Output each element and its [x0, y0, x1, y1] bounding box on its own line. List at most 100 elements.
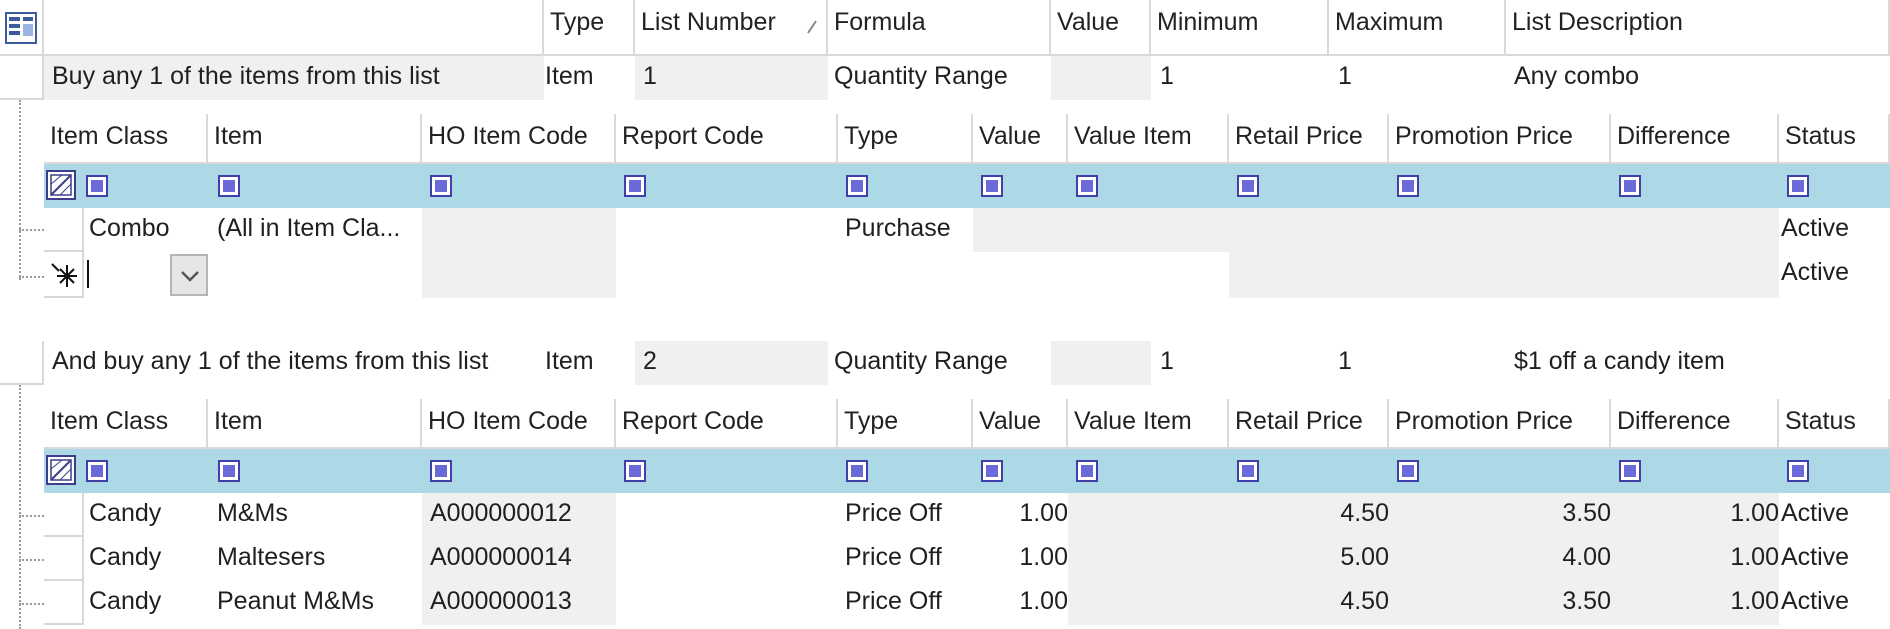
- master-row[interactable]: And buy any 1 of the items from this lis…: [0, 341, 1890, 385]
- filter-checkbox[interactable]: [981, 175, 1003, 197]
- filter-checkbox[interactable]: [1619, 460, 1641, 482]
- header-list-number[interactable]: List Number: [635, 0, 828, 56]
- type-cell[interactable]: Price Off: [838, 537, 973, 581]
- item-cell[interactable]: (All in Item Cla...: [208, 208, 422, 252]
- header-value-item[interactable]: Value Item: [1068, 399, 1229, 449]
- value-cell[interactable]: [1051, 341, 1151, 385]
- header-type[interactable]: Type: [544, 0, 635, 56]
- item-class-cell[interactable]: Candy: [84, 581, 208, 625]
- filter-checkbox[interactable]: [1076, 460, 1098, 482]
- filter-checkbox[interactable]: [86, 175, 108, 197]
- item-class-editor[interactable]: [84, 252, 208, 298]
- row-selector[interactable]: [44, 581, 84, 625]
- minimum-cell[interactable]: 1: [1151, 56, 1329, 100]
- header-ho-item-code[interactable]: HO Item Code: [422, 399, 616, 449]
- header-status[interactable]: Status: [1779, 399, 1890, 449]
- filter-checkbox[interactable]: [218, 460, 240, 482]
- header-value[interactable]: Value: [973, 114, 1068, 164]
- master-row[interactable]: Buy any 1 of the items from this list It…: [0, 56, 1890, 100]
- ho-item-code-cell[interactable]: A000000014: [422, 537, 616, 581]
- new-row[interactable]: Active: [44, 252, 1890, 298]
- filter-checkbox[interactable]: [430, 460, 452, 482]
- header-list-description[interactable]: List Description: [1506, 0, 1890, 56]
- type-cell[interactable]: Price Off: [838, 493, 973, 537]
- ho-item-code-cell[interactable]: A000000012: [422, 493, 616, 537]
- header-minimum[interactable]: Minimum: [1151, 0, 1329, 56]
- report-code-cell[interactable]: [616, 537, 838, 581]
- filter-checkbox[interactable]: [1237, 175, 1259, 197]
- header-retail-price[interactable]: Retail Price: [1229, 399, 1389, 449]
- row-selector[interactable]: [44, 493, 84, 537]
- header-item[interactable]: Item: [208, 114, 422, 164]
- header-retail-price[interactable]: Retail Price: [1229, 114, 1389, 164]
- row-selector[interactable]: [0, 56, 44, 100]
- header-promotion-price[interactable]: Promotion Price: [1389, 399, 1611, 449]
- minimum-cell[interactable]: 1: [1151, 341, 1329, 385]
- filter-checkbox[interactable]: [846, 460, 868, 482]
- item-class-cell[interactable]: Candy: [84, 537, 208, 581]
- header-value[interactable]: Value: [973, 399, 1068, 449]
- type-cell[interactable]: Purchase: [838, 208, 973, 252]
- header-type[interactable]: Type: [838, 114, 973, 164]
- header-ho-item-code[interactable]: HO Item Code: [422, 114, 616, 164]
- filter-checkbox[interactable]: [1397, 460, 1419, 482]
- header-value[interactable]: Value: [1051, 0, 1151, 56]
- filter-checkbox[interactable]: [1619, 175, 1641, 197]
- maximum-cell[interactable]: 1: [1329, 341, 1506, 385]
- header-status[interactable]: Status: [1779, 114, 1890, 164]
- status-cell[interactable]: Active: [1779, 252, 1890, 298]
- item-cell[interactable]: M&Ms: [208, 493, 422, 537]
- ho-item-code-cell[interactable]: [422, 208, 616, 252]
- filter-checkbox[interactable]: [1076, 175, 1098, 197]
- header-promotion-price[interactable]: Promotion Price: [1389, 114, 1611, 164]
- filter-checkbox[interactable]: [846, 175, 868, 197]
- table-row[interactable]: Candy Peanut M&Ms A000000013 Price Off 1…: [44, 581, 1890, 625]
- header-difference[interactable]: Difference: [1611, 114, 1779, 164]
- report-code-cell[interactable]: [616, 208, 838, 252]
- dropdown-button[interactable]: [170, 254, 208, 296]
- filter-checkbox[interactable]: [1787, 175, 1809, 197]
- description-cell[interactable]: Any combo: [1506, 56, 1890, 100]
- formula-cell[interactable]: Quantity Range: [828, 56, 1051, 100]
- item-cell[interactable]: Peanut M&Ms: [208, 581, 422, 625]
- filter-checkbox[interactable]: [1397, 175, 1419, 197]
- type-cell[interactable]: Item: [544, 56, 635, 100]
- row-selector[interactable]: [44, 208, 84, 252]
- status-cell[interactable]: Active: [1779, 537, 1890, 581]
- value-cell[interactable]: 1.00: [973, 493, 1068, 537]
- status-cell[interactable]: Active: [1779, 581, 1890, 625]
- filter-toggle-button[interactable]: [46, 455, 76, 485]
- filter-checkbox[interactable]: [86, 460, 108, 482]
- item-class-cell[interactable]: Combo: [84, 208, 208, 252]
- item-class-cell[interactable]: Candy: [84, 493, 208, 537]
- filter-checkbox[interactable]: [1237, 460, 1259, 482]
- filter-checkbox[interactable]: [1787, 460, 1809, 482]
- header-value-item[interactable]: Value Item: [1068, 114, 1229, 164]
- value-cell[interactable]: [1051, 56, 1151, 100]
- item-cell[interactable]: Maltesers: [208, 537, 422, 581]
- header-item-class[interactable]: Item Class: [44, 399, 208, 449]
- list-label-cell[interactable]: Buy any 1 of the items from this list: [44, 56, 544, 100]
- list-label-cell[interactable]: And buy any 1 of the items from this lis…: [44, 341, 544, 385]
- row-selector[interactable]: [0, 341, 44, 385]
- table-row[interactable]: Candy Maltesers A000000014 Price Off 1.0…: [44, 537, 1890, 581]
- list-number-cell[interactable]: 2: [635, 341, 828, 385]
- status-cell[interactable]: Active: [1779, 493, 1890, 537]
- value-cell[interactable]: 1.00: [973, 581, 1068, 625]
- header-item[interactable]: Item: [208, 399, 422, 449]
- report-code-cell[interactable]: [616, 493, 838, 537]
- filter-checkbox[interactable]: [624, 175, 646, 197]
- filter-checkbox[interactable]: [981, 460, 1003, 482]
- header-report-code[interactable]: Report Code: [616, 114, 838, 164]
- table-row[interactable]: Combo (All in Item Cla... Purchase Activ…: [44, 208, 1890, 252]
- header-type[interactable]: Type: [838, 399, 973, 449]
- new-row-selector[interactable]: [44, 252, 84, 298]
- filter-checkbox[interactable]: [218, 175, 240, 197]
- status-cell[interactable]: Active: [1779, 208, 1890, 252]
- ho-item-code-cell[interactable]: A000000013: [422, 581, 616, 625]
- formula-cell[interactable]: Quantity Range: [828, 341, 1051, 385]
- maximum-cell[interactable]: 1: [1329, 56, 1506, 100]
- filter-checkbox[interactable]: [430, 175, 452, 197]
- header-item-class[interactable]: Item Class: [44, 114, 208, 164]
- report-code-cell[interactable]: [616, 581, 838, 625]
